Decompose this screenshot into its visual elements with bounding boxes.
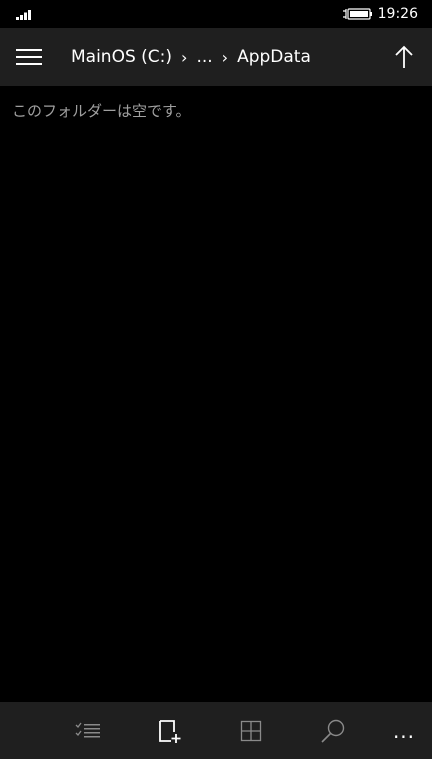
breadcrumb-separator: › (181, 47, 188, 67)
breadcrumb-current[interactable]: AppData (237, 47, 311, 67)
more-options-button[interactable]: ... (384, 702, 424, 759)
breadcrumb: MainOS (C:) › ... › AppData (71, 28, 311, 86)
file-list-area: このフォルダーは空です。 (0, 86, 432, 702)
arrow-up-icon[interactable] (392, 44, 416, 70)
breadcrumb-root[interactable]: MainOS (C:) (71, 47, 172, 67)
breadcrumb-ellipsis[interactable]: ... (196, 47, 212, 67)
signal-icon (16, 10, 31, 20)
new-folder-button[interactable] (146, 702, 194, 759)
app-bar: ... (0, 702, 432, 759)
view-toggle-button[interactable] (227, 702, 275, 759)
header-bar: MainOS (C:) › ... › AppData (0, 28, 432, 86)
battery-charging-icon (343, 8, 372, 20)
search-icon (321, 719, 345, 743)
grid-view-icon (240, 720, 262, 741)
status-bar: 19:26 (0, 0, 432, 28)
select-list-icon (75, 722, 100, 737)
select-button[interactable] (64, 702, 112, 759)
breadcrumb-separator: › (221, 47, 229, 67)
hamburger-icon[interactable] (16, 47, 42, 67)
status-time: 19:26 (377, 6, 418, 22)
search-button[interactable] (309, 702, 357, 759)
new-folder-icon (159, 719, 181, 743)
empty-folder-message: このフォルダーは空です。 (12, 102, 191, 120)
